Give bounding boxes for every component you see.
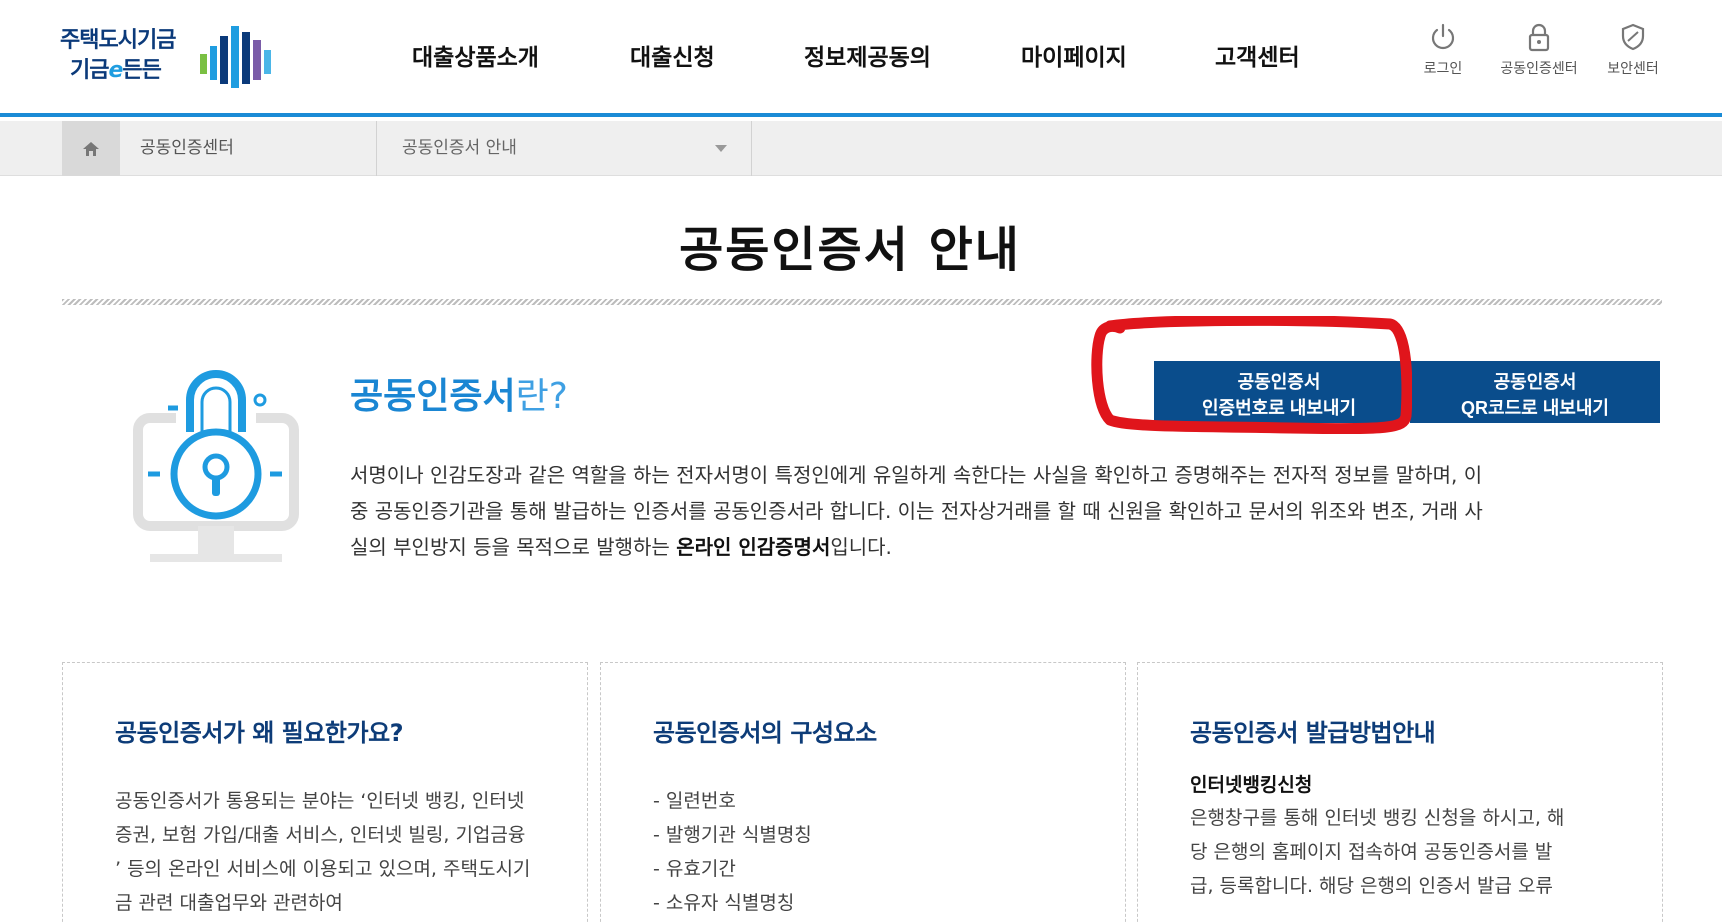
chevron-down-icon [715, 145, 727, 152]
nav-mypage[interactable]: 마이페이지 [1021, 38, 1127, 72]
site-logo[interactable]: 주택도시기금 기금e든든 [60, 22, 271, 88]
logo-text: 주택도시기금 기금e든든 [60, 26, 176, 86]
component-list: - 일련번호 - 발행기관 식별명칭 - 유효기간 - 소유자 식별명칭 [653, 784, 1125, 920]
page-title: 공동인증서 안내 [679, 222, 1021, 278]
card-title: 공동인증서 발급방법안내 [1190, 719, 1436, 747]
logo-mark-icon [200, 26, 271, 88]
cert-center-button[interactable]: 공동인증센터 [1499, 22, 1579, 78]
shield-icon [1621, 23, 1645, 51]
card-text: 은행창구를 통해 인터넷 뱅킹 신청을 하시고, 해당 은행의 홈페이지 접속하… [1190, 807, 1565, 897]
nav-loan-products[interactable]: 대출상품소개 [412, 38, 539, 72]
nav-customer-center[interactable]: 고객센터 [1215, 38, 1300, 72]
intro-heading: 공동인증서란? [350, 376, 568, 417]
list-item: - 유효기간 [653, 858, 736, 880]
home-button[interactable] [62, 121, 120, 176]
logo-line1: 주택도시기금 [60, 28, 176, 53]
breadcrumb-current-select[interactable]: 공동인증서 안내 [377, 121, 751, 176]
breadcrumb-section[interactable]: 공동인증센터 [140, 121, 376, 176]
card-components: 공동인증서의 구성요소 - 일련번호 - 발행기관 식별명칭 - 유효기간 - … [600, 662, 1126, 922]
card-issue-guide: 공동인증서 발급방법안내 인터넷뱅킹신청 은행창구를 통해 인터넷 뱅킹 신청을… [1137, 662, 1663, 922]
nav-loan-apply[interactable]: 대출신청 [630, 38, 715, 72]
home-icon [83, 141, 99, 156]
power-icon [1431, 23, 1455, 50]
list-item: - 일련번호 [653, 790, 736, 812]
card-title: 공동인증서의 구성요소 [653, 719, 877, 747]
breadcrumb-current-label: 공동인증서 안내 [402, 138, 517, 158]
title-divider [62, 299, 1662, 305]
login-button[interactable]: 로그인 [1403, 22, 1483, 78]
cert-center-label: 공동인증센터 [1500, 61, 1578, 77]
list-item: - 소유자 식별명칭 [653, 892, 795, 914]
cert-lock-monitor-icon [133, 370, 299, 562]
export-by-qr-button[interactable]: 공동인증서 QR코드로 내보내기 [1410, 361, 1660, 423]
card-why-needed: 공동인증서가 왜 필요한가요? 공동인증서가 통용되는 분야는 ‘인터넷 뱅킹,… [62, 662, 588, 922]
lock-icon [1528, 23, 1550, 52]
list-item: - 발행기관 식별명칭 [653, 824, 812, 846]
security-center-label: 보안센터 [1607, 61, 1659, 77]
breadcrumb-divider [751, 121, 752, 176]
security-center-button[interactable]: 보안센터 [1593, 22, 1673, 78]
breadcrumb: 공동인증센터 공동인증서 안내 [0, 121, 1722, 176]
card-text: 공동인증서가 통용되는 분야는 ‘인터넷 뱅킹, 인터넷 증권, 보험 가입/대… [115, 790, 531, 914]
login-label: 로그인 [1423, 61, 1463, 77]
red-highlight-annotation [1091, 316, 1412, 434]
intro-description: 서명이나 인감도장과 같은 역할을 하는 전자서명이 특정인에게 유일하게 속한… [350, 463, 1483, 559]
site-header: 주택도시기금 기금e든든 대출상품소개 대출신청 정보제공동의 마이페이지 고객… [0, 0, 1722, 117]
intro-emphasis: 온라인 인감증명서 [676, 535, 831, 559]
card-subtitle: 인터넷뱅킹신청 [1190, 774, 1313, 796]
nav-info-consent[interactable]: 정보제공동의 [804, 38, 931, 72]
card-title: 공동인증서가 왜 필요한가요? [115, 719, 404, 747]
logo-line2: 기금e든든 [70, 58, 162, 83]
